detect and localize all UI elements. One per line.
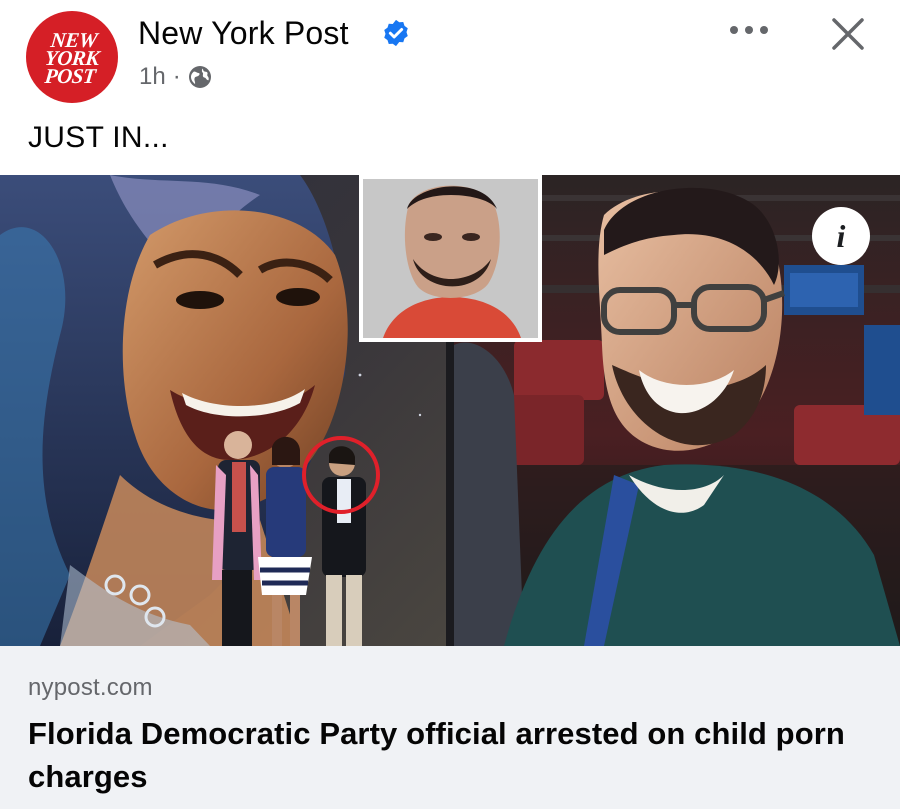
post-header: NEW YORK POST New York Post 1h ·: [0, 0, 900, 110]
mugshot-photo[interactable]: [359, 175, 542, 342]
globe-icon: [188, 66, 211, 88]
link-preview[interactable]: nypost.com Florida Democratic Party offi…: [0, 646, 900, 809]
post-meta: 1h ·: [139, 62, 212, 92]
post-text: JUST IN...: [28, 121, 169, 154]
close-icon[interactable]: [828, 14, 868, 54]
more-options-icon[interactable]: [726, 16, 772, 44]
page-name[interactable]: New York Post: [138, 15, 349, 52]
mugshot-photo-art: [363, 179, 538, 338]
info-icon[interactable]: i: [812, 207, 870, 265]
link-title[interactable]: Florida Democratic Party official arrest…: [28, 712, 868, 798]
nypost-logo: NEW YORK POST: [43, 28, 101, 88]
post-time[interactable]: 1h: [139, 63, 166, 91]
page-avatar[interactable]: NEW YORK POST: [26, 11, 118, 103]
post-images[interactable]: i: [0, 175, 900, 646]
meta-separator: ·: [172, 63, 181, 90]
info-glyph: i: [836, 217, 846, 254]
people-group: [212, 431, 380, 646]
link-domain: nypost.com: [28, 674, 153, 701]
verified-badge-icon: [384, 19, 408, 47]
